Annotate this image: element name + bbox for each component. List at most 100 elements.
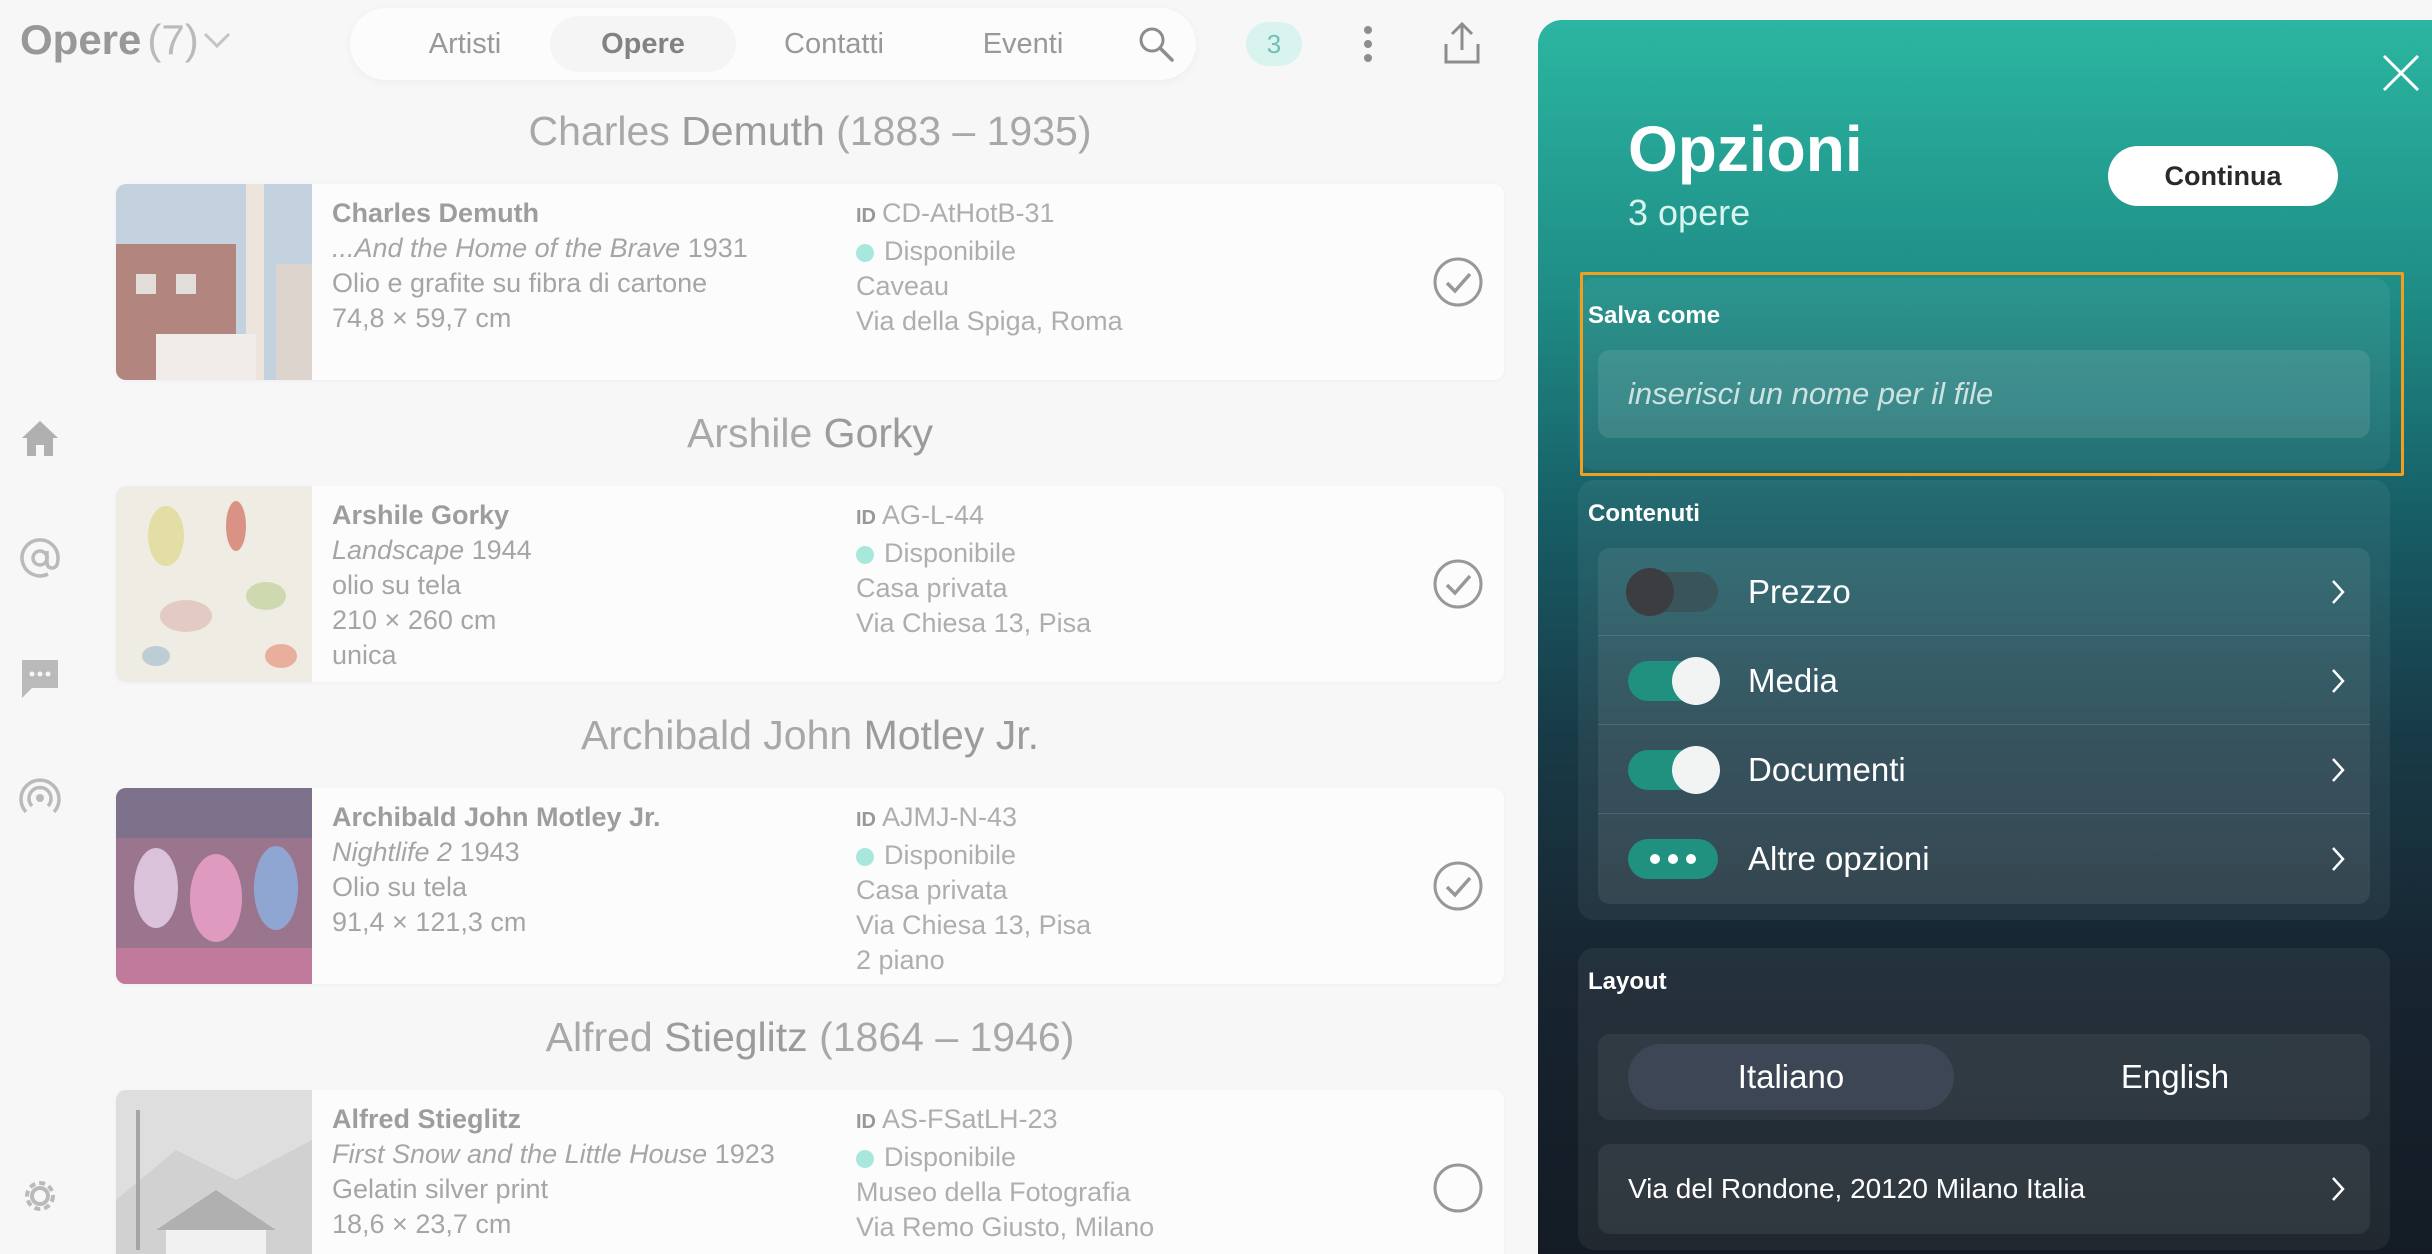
artwork-meta: ID AG-L-44 Disponibile Casa privata Via C…	[856, 498, 1091, 641]
artist-heading: Arshile Gorky	[116, 410, 1504, 457]
close-icon[interactable]	[2380, 52, 2422, 94]
artwork-info: Alfred Stieglitz First Snow and the Litt…	[332, 1102, 775, 1242]
artwork-card[interactable]: Archibald John Motley Jr. Nightlife 2 19…	[116, 788, 1504, 984]
chevron-down-icon[interactable]	[202, 30, 232, 50]
artwork-medium: olio su tela	[332, 570, 462, 600]
artwork-title: First Snow and the Little House	[332, 1139, 708, 1169]
artist-first-name: Arshile	[686, 410, 824, 456]
more-vertical-icon[interactable]	[1354, 22, 1382, 66]
artwork-dimensions: 210 × 260 cm	[332, 605, 497, 635]
documenti-toggle[interactable]	[1628, 746, 1720, 794]
chevron-right-icon	[2332, 669, 2345, 693]
contents-label: Contenuti	[1588, 500, 1700, 527]
artwork-medium: Olio e grafite su fibra di cartone	[332, 268, 708, 298]
artwork-meta: ID AS-FSatLH-23 Disponibile Museo della F…	[856, 1102, 1154, 1245]
check-circle-icon[interactable]	[1432, 558, 1484, 610]
artwork-location: Casa privata	[856, 573, 1008, 603]
artwork-id: AG-L-44	[882, 500, 985, 530]
artwork-thumbnail	[116, 1090, 312, 1254]
artwork-id: AS-FSatLH-23	[882, 1104, 1058, 1134]
page-title[interactable]: Opere (7)	[20, 16, 199, 64]
page-title-text: Opere	[20, 16, 142, 63]
artwork-address: Via della Spiga, Roma	[856, 306, 1123, 336]
artwork-status: Disponibile	[884, 840, 1017, 870]
language-english[interactable]: English	[2012, 1044, 2338, 1110]
artwork-dimensions: 74,8 × 59,7 cm	[332, 303, 512, 333]
continue-button[interactable]: Continua	[2108, 146, 2338, 206]
artwork-id: CD-AtHotB-31	[882, 198, 1055, 228]
artwork-edition: unica	[332, 640, 397, 670]
address-text: Via del Rondone, 20120 Milano Italia	[1628, 1173, 2086, 1204]
option-label: Prezzo	[1748, 573, 1851, 610]
artwork-thumbnail	[116, 486, 312, 682]
tab-contatti[interactable]: Contatti	[746, 16, 922, 72]
status-dot	[856, 546, 874, 564]
gear-icon[interactable]	[18, 1174, 62, 1218]
artist-heading: Archibald John Motley Jr.	[116, 712, 1504, 759]
artwork-dimensions: 18,6 × 23,7 cm	[332, 1209, 512, 1239]
check-circle-icon[interactable]	[1432, 256, 1484, 308]
address-row[interactable]: Via del Rondone, 20120 Milano Italia	[1598, 1144, 2370, 1234]
tab-eventi[interactable]: Eventi	[940, 16, 1106, 72]
empty-circle-icon[interactable]	[1432, 1162, 1484, 1214]
language-segmented-control: Italiano English	[1598, 1034, 2370, 1120]
artwork-location: Museo della Fotografia	[856, 1177, 1131, 1207]
option-documenti[interactable]: Documenti	[1598, 726, 2370, 814]
artist-last-name: Motley Jr.	[863, 712, 1040, 758]
artist-dates: (1883 – 1935)	[824, 108, 1092, 154]
artwork-floor: 2 piano	[856, 945, 945, 975]
artwork-artist: Alfred Stieglitz	[332, 1104, 522, 1134]
artwork-title: Landscape	[332, 535, 465, 565]
artwork-year: 1944	[464, 535, 532, 565]
artwork-medium: Olio su tela	[332, 872, 468, 902]
artwork-year: 1923	[707, 1139, 775, 1169]
id-label: ID	[856, 205, 876, 227]
share-icon[interactable]	[1440, 20, 1484, 66]
artwork-thumbnail	[116, 788, 312, 984]
option-label: Documenti	[1748, 751, 1906, 788]
more-options-icon[interactable]	[1628, 839, 1718, 879]
artist-dates: (1864 – 1946)	[807, 1014, 1075, 1060]
focus-highlight	[1580, 272, 2404, 476]
artwork-artist: Archibald John Motley Jr.	[332, 802, 661, 832]
artist-heading: Alfred Stieglitz (1864 – 1946)	[116, 1014, 1504, 1061]
artist-first-name: Charles	[528, 108, 682, 154]
tab-opere[interactable]: Opere	[550, 16, 736, 72]
option-prezzo[interactable]: Prezzo	[1598, 548, 2370, 636]
media-toggle[interactable]	[1628, 657, 1720, 705]
id-label: ID	[856, 809, 876, 831]
status-dot	[856, 848, 874, 866]
status-dot	[856, 1150, 874, 1168]
option-media[interactable]: Media	[1598, 637, 2370, 725]
artist-last-name: Stieglitz	[664, 1014, 808, 1060]
artwork-status: Disponibile	[884, 1142, 1017, 1172]
id-label: ID	[856, 1111, 876, 1133]
at-icon[interactable]	[18, 536, 62, 580]
artwork-info: Arshile Gorky Landscape 1944 olio su tel…	[332, 498, 532, 673]
chevron-right-icon	[2332, 758, 2345, 782]
option-altre-opzioni[interactable]: Altre opzioni	[1598, 815, 2370, 903]
artwork-card[interactable]: Alfred Stieglitz First Snow and the Litt…	[116, 1090, 1504, 1254]
layout-label: Layout	[1588, 968, 1667, 995]
artwork-meta: ID CD-AtHotB-31 Disponibile Caveau Via de…	[856, 196, 1123, 339]
artwork-status: Disponibile	[884, 236, 1017, 266]
artwork-card[interactable]: Arshile Gorky Landscape 1944 olio su tel…	[116, 486, 1504, 682]
artwork-year: 1943	[452, 837, 520, 867]
home-icon[interactable]	[18, 416, 62, 460]
option-label: Altre opzioni	[1748, 840, 1930, 877]
artwork-id: AJMJ-N-43	[882, 802, 1018, 832]
id-label: ID	[856, 507, 876, 529]
broadcast-icon[interactable]	[18, 776, 62, 820]
search-icon[interactable]	[1136, 24, 1176, 64]
artwork-location: Caveau	[856, 271, 950, 301]
artwork-card[interactable]: Charles Demuth ...And the Home of the Br…	[116, 184, 1504, 380]
panel-title: Opzioni	[1628, 113, 1863, 185]
chat-icon[interactable]	[18, 656, 62, 700]
check-circle-icon[interactable]	[1432, 860, 1484, 912]
selection-count-badge[interactable]: 3	[1246, 22, 1302, 66]
status-dot	[856, 244, 874, 262]
options-panel: Opzioni 3 opere Continua Salva come Cont…	[1538, 20, 2432, 1254]
tab-artisti[interactable]: Artisti	[390, 16, 540, 72]
prezzo-toggle[interactable]	[1626, 568, 1718, 616]
language-italiano[interactable]: Italiano	[1628, 1044, 1954, 1110]
